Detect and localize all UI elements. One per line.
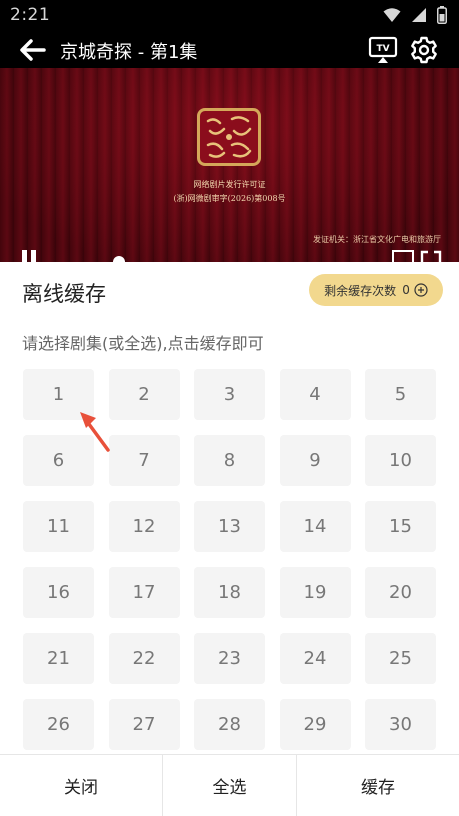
player-top-bar: 京城奇探 - 第1集 TV	[0, 32, 459, 68]
episode-cell-30[interactable]: 30	[365, 699, 436, 750]
episode-cell-28[interactable]: 28	[194, 699, 265, 750]
fullscreen-icon[interactable]	[420, 250, 442, 262]
subtitle-icon[interactable]	[392, 250, 414, 262]
license-issuer: 发证机关：浙江省文化广电和旅游厅	[313, 235, 441, 244]
episode-cell-13[interactable]: 13	[194, 501, 265, 552]
episode-cell-10[interactable]: 10	[365, 435, 436, 486]
pause-icon[interactable]	[20, 250, 40, 262]
episode-cell-25[interactable]: 25	[365, 633, 436, 684]
episode-cell-14[interactable]: 14	[279, 501, 351, 552]
episode-cell-16[interactable]: 16	[23, 567, 94, 618]
sheet-title: 离线缓存	[22, 282, 106, 306]
episode-cell-3[interactable]: 3	[194, 369, 265, 420]
remaining-count: 0	[402, 283, 410, 297]
episode-cell-4[interactable]: 4	[279, 369, 351, 420]
episode-cell-21[interactable]: 21	[23, 633, 94, 684]
episode-cell-17[interactable]: 17	[108, 567, 180, 618]
license-number: (浙)网微剧审字(2026)第008号	[173, 194, 286, 203]
tv-cast-icon[interactable]: TV	[368, 36, 398, 64]
cache-button[interactable]: 缓存	[297, 755, 459, 816]
signal-icon	[412, 8, 426, 22]
svg-text:TV: TV	[376, 44, 389, 54]
license-seal-logo	[197, 108, 261, 166]
episode-cell-20[interactable]: 20	[365, 567, 436, 618]
pointer-arrow-icon	[80, 412, 110, 452]
status-icons	[383, 6, 447, 24]
episode-cell-19[interactable]: 19	[279, 567, 351, 618]
remaining-cache-badge[interactable]: 剩余缓存次数 0	[309, 274, 443, 306]
episode-cell-18[interactable]: 18	[194, 567, 265, 618]
episode-cell-8[interactable]: 8	[194, 435, 265, 486]
episode-cell-5[interactable]: 5	[365, 369, 436, 420]
episode-cell-7[interactable]: 7	[108, 435, 180, 486]
progress-thumb-icon[interactable]	[112, 254, 126, 262]
select-all-button[interactable]: 全选	[163, 755, 297, 816]
episode-cell-9[interactable]: 9	[279, 435, 351, 486]
remaining-label: 剩余缓存次数	[324, 283, 397, 298]
episode-cell-11[interactable]: 11	[23, 501, 94, 552]
wifi-icon	[383, 8, 401, 22]
episode-cell-23[interactable]: 23	[194, 633, 265, 684]
episode-cell-26[interactable]: 26	[23, 699, 94, 750]
episode-cell-22[interactable]: 22	[108, 633, 180, 684]
gear-icon[interactable]	[410, 36, 438, 64]
episode-cell-29[interactable]: 29	[279, 699, 351, 750]
bottom-action-bar: 关闭 全选 缓存	[0, 754, 459, 816]
status-time: 2:21	[10, 5, 51, 25]
episode-cell-27[interactable]: 27	[108, 699, 180, 750]
episode-cell-12[interactable]: 12	[108, 501, 180, 552]
battery-icon	[437, 6, 447, 24]
episode-cell-24[interactable]: 24	[279, 633, 351, 684]
episode-cell-2[interactable]: 2	[108, 369, 180, 420]
back-arrow-icon[interactable]	[18, 38, 46, 62]
status-bar: 2:21	[0, 0, 459, 32]
instruction-text: 请选择剧集(或全选),点击缓存即可	[22, 334, 264, 353]
episode-cell-15[interactable]: 15	[365, 501, 436, 552]
plus-circle-icon	[414, 283, 428, 297]
seal-icon	[206, 116, 252, 158]
offline-cache-sheet: 离线缓存 剩余缓存次数 0 请选择剧集(或全选),点击缓存即可 1 2 3 4 …	[0, 262, 459, 816]
license-text: 网络剧片发行许可证	[193, 180, 266, 189]
close-button[interactable]: 关闭	[0, 755, 163, 816]
video-title: 京城奇探 - 第1集	[60, 42, 198, 63]
